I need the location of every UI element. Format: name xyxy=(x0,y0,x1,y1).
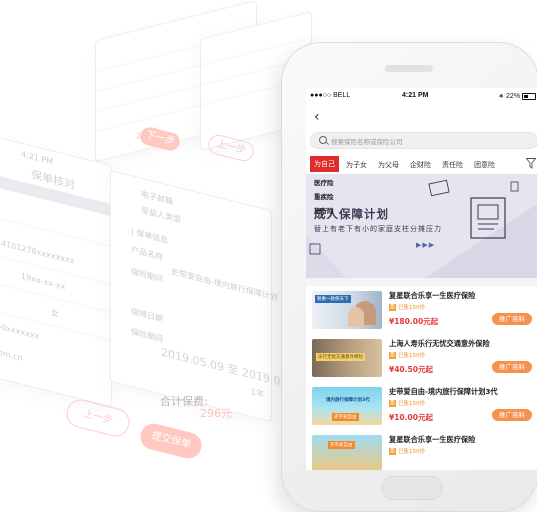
battery-icon xyxy=(522,92,536,100)
product-image: 税惠一款保天下 xyxy=(312,291,382,329)
product-sold-tag: 售已售150份 xyxy=(389,352,425,359)
product-card[interactable]: 乐行无忧交通意外保险 上海人寿乐行无忧交通意外保险 售已售150份 ¥40.50… xyxy=(306,334,537,382)
product-price: ¥10.00元起 xyxy=(389,413,433,422)
battery-percent: 22% xyxy=(506,93,521,100)
product-image: 境内旅行保障计划3代 史带爱自由 xyxy=(312,387,382,425)
product-image-caption: 乐行无忧交通意外保险 xyxy=(316,353,365,361)
product-image-caption: 史带爱自由 xyxy=(328,441,355,449)
product-name: 史带爱自由-境内旅行保障计划3代 xyxy=(389,387,498,396)
tab-children[interactable]: 为子女 xyxy=(346,160,367,170)
bg-price: 296元 xyxy=(136,126,160,141)
filter-icon[interactable] xyxy=(526,158,536,169)
tag-icon: 售 xyxy=(389,304,396,311)
bg-mockup-middle: 电子邮箱 受益人类型 | 保单信息 产品名称 史带爱自由-境内旅行保障计划 保险… xyxy=(110,169,305,423)
bg-total-label: 合计保费: xyxy=(160,395,208,408)
product-image: 乐行无忧交通意外保险 xyxy=(312,339,382,377)
bluetooth-icon: ∗ xyxy=(498,93,505,100)
product-name: 上海人寿乐行无忧交通意外保险 xyxy=(389,339,490,348)
category-tabs: 为自己 为子女 为父母 企财险 责任险 团意险 xyxy=(306,156,537,174)
product-sold-tag: 售已售150份 xyxy=(389,448,425,455)
tab-self[interactable]: 为自己 xyxy=(310,156,339,172)
search-input[interactable]: 搜索保险名称或保险公司 xyxy=(310,132,537,149)
status-bar: ●●●○○ BELL 4:21 PM ∗ 22% xyxy=(306,88,537,104)
dropdown-item-medical[interactable]: 医疗险 xyxy=(314,176,358,190)
tag-icon: 售 xyxy=(389,400,396,407)
product-image: 史带爱自由 xyxy=(312,435,382,470)
product-card[interactable]: 史带爱自由 复星联合乐享一生医疗保险 售已售150份 xyxy=(306,430,537,470)
promo-banner[interactable]: 成人保障计划 替上有老下有小的家庭支柱分摊压力 ▶▶▶ 医疗险 重疾险 旅行险 xyxy=(306,174,537,278)
product-price: ¥40.50元起 xyxy=(389,365,433,374)
promo-material-button[interactable]: 推广资料 xyxy=(492,313,532,325)
bg-submit-button: 提交保单 xyxy=(137,420,205,462)
product-image-caption: 境内旅行保障计划3代 xyxy=(326,398,370,403)
section-gap xyxy=(306,278,537,286)
category-dropdown: 医疗险 重疾险 旅行险 xyxy=(314,176,358,218)
bg-prev-button: 上一步 xyxy=(63,396,133,440)
phone-frame: ●●●○○ BELL 4:21 PM ∗ 22% ‹ 搜索保险名称或保险公司 为… xyxy=(281,42,537,512)
banner-subtitle: 替上有老下有小的家庭支柱分摊压力 xyxy=(314,225,442,233)
product-card[interactable]: 税惠一款保天下 复星联合乐享一生医疗保险 售已售150份 ¥180.00元起 推… xyxy=(306,286,537,334)
bg-next-button: 下一步 xyxy=(138,125,182,153)
banner-arrows: ▶▶▶ xyxy=(416,241,436,249)
home-button[interactable] xyxy=(382,476,442,500)
bg-mockup-left: 4:21 PM 保单核对 4101278xxxxxxxx 19xx-xx-xx … xyxy=(0,134,112,408)
phone-screen: ●●●○○ BELL 4:21 PM ∗ 22% ‹ 搜索保险名称或保险公司 为… xyxy=(306,88,537,470)
dropdown-item-critical-illness[interactable]: 重疾险 xyxy=(314,190,358,204)
bg-prev-button-top: 上一步 xyxy=(206,132,256,164)
tag-icon: 售 xyxy=(389,352,396,359)
tag-icon: 售 xyxy=(389,448,396,455)
clock: 4:21 PM xyxy=(402,92,429,99)
product-image-caption: 税惠一款保天下 xyxy=(315,295,351,303)
product-card[interactable]: 境内旅行保障计划3代 史带爱自由 史带爱自由-境内旅行保障计划3代 售已售150… xyxy=(306,382,537,430)
product-sold-tag: 售已售150份 xyxy=(389,400,425,407)
product-image-brand: 史带爱自由 xyxy=(332,413,359,421)
tab-group-accident[interactable]: 团意险 xyxy=(474,160,495,170)
product-price: ¥180.00元起 xyxy=(389,317,439,326)
promo-material-button[interactable]: 推广资料 xyxy=(492,361,532,373)
carrier-label: ●●●○○ BELL xyxy=(310,92,351,99)
search-placeholder: 搜索保险名称或保险公司 xyxy=(331,138,403,146)
back-arrow-icon[interactable]: ‹ xyxy=(314,110,328,124)
search-icon xyxy=(319,136,327,144)
tab-parents[interactable]: 为父母 xyxy=(378,160,399,170)
product-name: 复星联合乐享一生医疗保险 xyxy=(389,435,476,444)
dropdown-item-travel[interactable]: 旅行险 xyxy=(314,204,358,218)
product-sold-tag: 售已售150份 xyxy=(389,304,425,311)
tab-liability[interactable]: 责任险 xyxy=(442,160,463,170)
battery-indicator: ∗ 22% xyxy=(498,92,536,100)
bg-mockup-top-left: 296元 xyxy=(95,0,257,163)
promo-material-button[interactable]: 推广资料 xyxy=(492,409,532,421)
tab-property[interactable]: 企财险 xyxy=(410,160,431,170)
bg-total-value: 296元 xyxy=(200,407,232,420)
product-name: 复星联合乐享一生医疗保险 xyxy=(389,291,476,300)
phone-speaker xyxy=(385,65,433,72)
